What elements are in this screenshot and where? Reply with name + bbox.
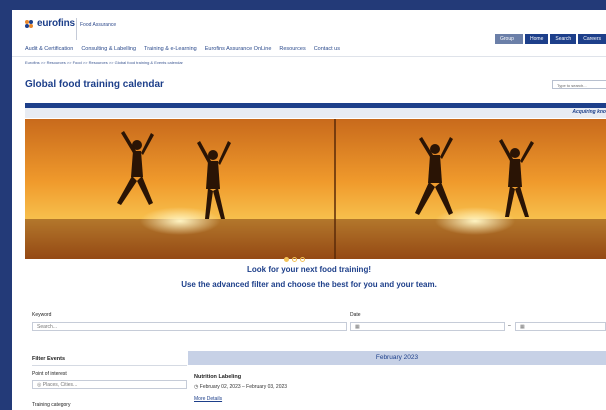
promo-subline: Use the advanced filter and choose the b… xyxy=(181,280,437,289)
clock-icon: ◷ xyxy=(194,384,199,390)
browser-page: eurofins Food Assurance Group Menu ▾ Hom… xyxy=(12,10,606,410)
month-header: February 2023 xyxy=(188,351,606,365)
date-label: Date xyxy=(350,312,361,318)
nav-divider xyxy=(12,56,606,57)
search-button[interactable]: Search xyxy=(550,34,577,44)
training-category-label: Training category xyxy=(32,402,71,408)
logo-divider xyxy=(76,18,77,40)
site-search-input[interactable]: Type to search... xyxy=(552,80,606,89)
carousel-dots xyxy=(284,257,305,262)
filter-divider xyxy=(32,365,187,366)
event-date-text: February 02, 2023 – February 03, 2023 xyxy=(199,384,288,390)
promo-headline: Look for your next food training! xyxy=(247,265,371,274)
nav-item-resources[interactable]: Resources xyxy=(279,46,305,52)
page-title: Global food training calendar xyxy=(25,79,164,90)
event-date: ◷ February 02, 2023 – February 03, 2023 xyxy=(194,384,287,390)
point-of-interest-label: Point of interest xyxy=(32,371,67,377)
date-from-input[interactable]: ▦ xyxy=(350,322,505,331)
nav-item-training[interactable]: Training & e-Learning xyxy=(144,46,197,52)
main-nav: Audit & Certification Consulting & Label… xyxy=(25,46,340,52)
keyword-label: Keyword xyxy=(32,312,52,318)
logo-text: eurofins xyxy=(37,18,75,29)
top-button-bar: Group Menu ▾ Home Search Careers xyxy=(495,34,606,52)
calendar-icon: ▦ xyxy=(355,324,360,330)
careers-button[interactable]: Careers xyxy=(578,34,606,44)
group-menu-button[interactable]: Group Menu ▾ xyxy=(495,34,524,52)
hero-sunset-image xyxy=(25,119,606,259)
poi-placeholder: Places, Cities... xyxy=(42,382,78,388)
home-button[interactable]: Home xyxy=(525,34,549,44)
eurofins-logo[interactable]: eurofins xyxy=(24,18,75,29)
event-title[interactable]: Nutrition Labeling xyxy=(194,374,241,380)
date-range-separator: – xyxy=(508,323,511,329)
logo-subtitle: Food Assurance xyxy=(80,22,117,28)
carousel-dot-3[interactable] xyxy=(300,257,305,262)
filter-events-heading: Filter Events xyxy=(32,356,66,362)
point-of-interest-input[interactable]: ◎ Places, Cities... xyxy=(32,380,187,389)
more-details-link[interactable]: More Details xyxy=(194,396,222,402)
nav-item-consulting[interactable]: Consulting & Labelling xyxy=(81,46,136,52)
banner-caption: Acquiring kno xyxy=(572,109,606,115)
keyword-input[interactable]: Search... xyxy=(32,322,347,331)
carousel-dot-2[interactable] xyxy=(292,257,297,262)
hero-carousel[interactable] xyxy=(25,119,606,259)
location-icon: ◎ xyxy=(37,382,42,388)
carousel-dot-1[interactable] xyxy=(284,257,289,262)
calendar-icon-2: ▦ xyxy=(520,324,525,330)
nav-item-online[interactable]: Eurofins Assurance OnLine xyxy=(205,46,272,52)
nav-item-audit[interactable]: Audit & Certification xyxy=(25,46,73,52)
banner-caption-bar xyxy=(25,108,606,118)
date-to-input[interactable]: ▦ xyxy=(515,322,606,331)
logo-flower-icon xyxy=(25,19,33,28)
breadcrumb[interactable]: Eurofins >> Resources >> Food >> Resourc… xyxy=(25,60,183,65)
nav-item-contact[interactable]: Contact us xyxy=(314,46,340,52)
